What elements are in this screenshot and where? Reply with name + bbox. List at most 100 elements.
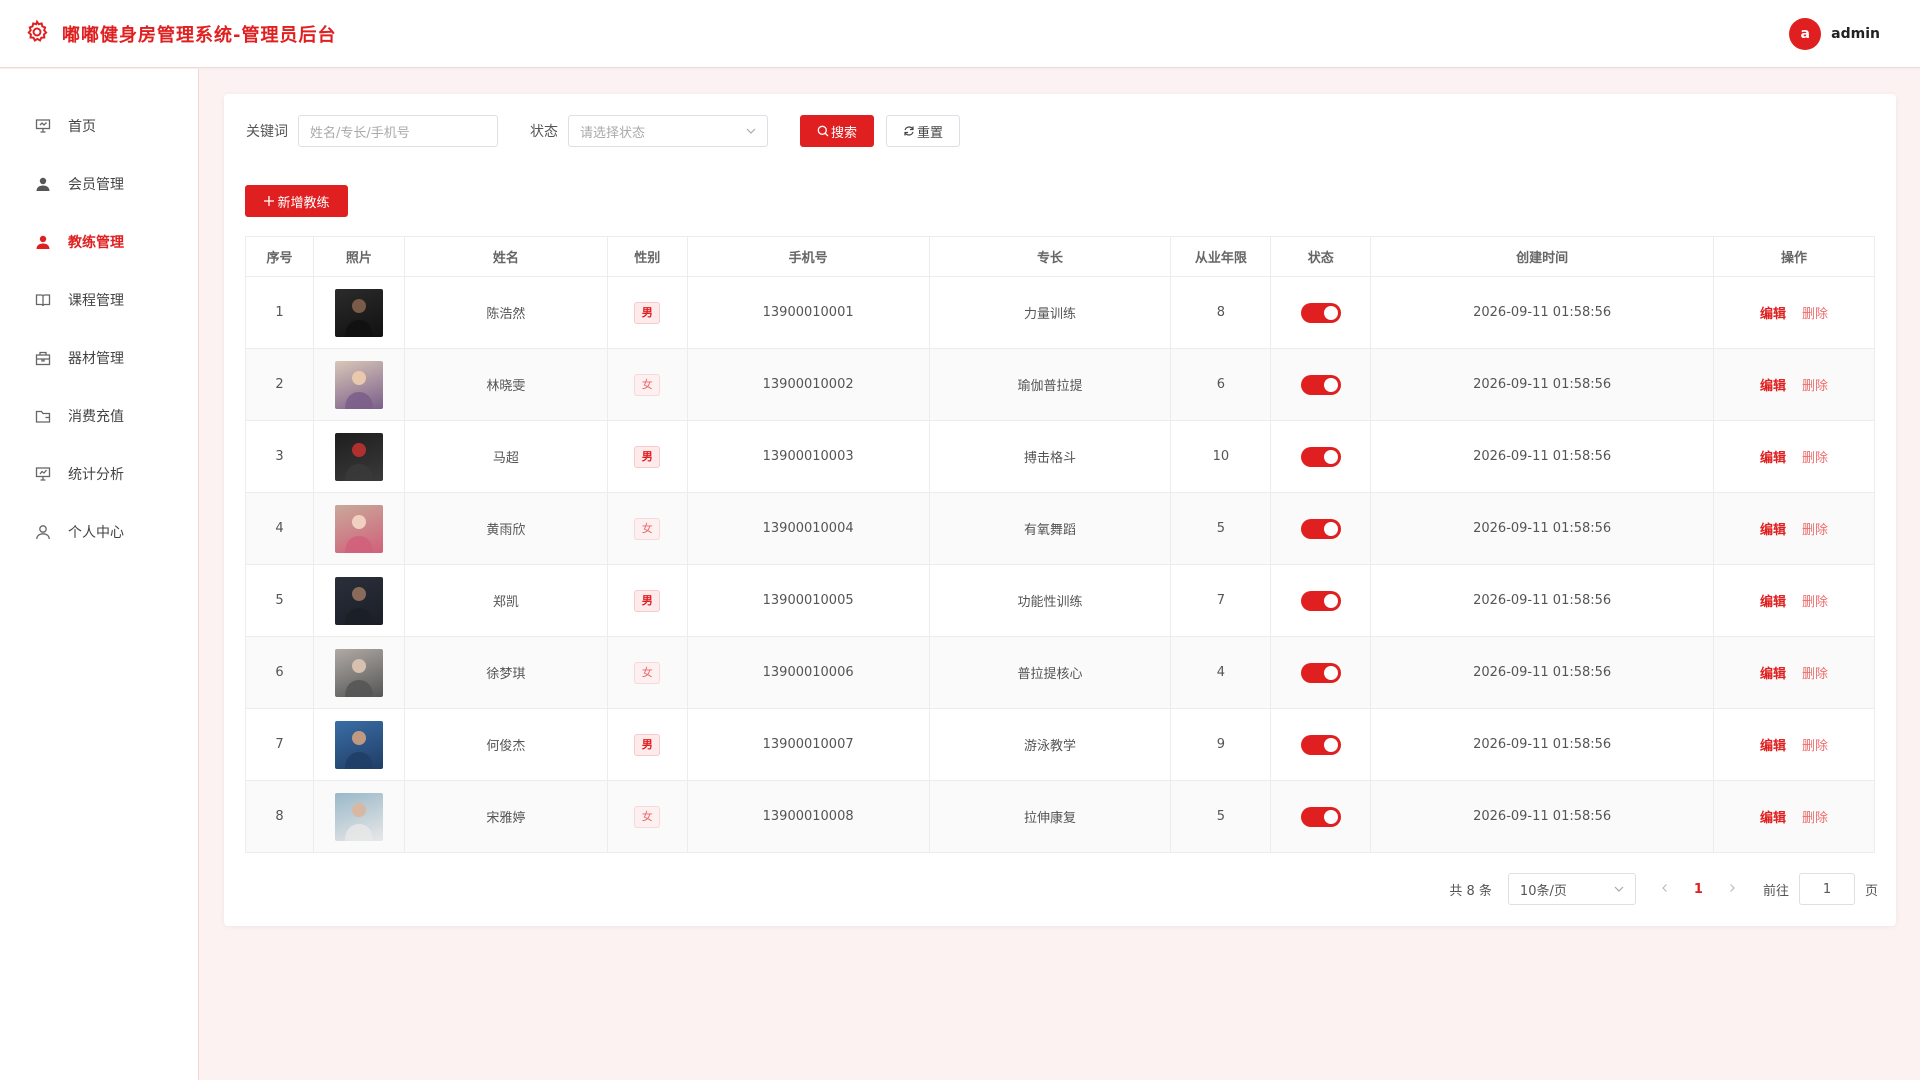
refresh-icon — [903, 125, 915, 137]
cell-photo — [312, 636, 405, 709]
keyword-input[interactable]: 姓名/专长/手机号 — [298, 115, 498, 147]
cell-photo — [312, 492, 405, 565]
edit-button[interactable]: 编辑 — [1760, 739, 1786, 754]
delete-button[interactable]: 删除 — [1802, 595, 1828, 610]
table-row: 1 陈浩然 男 13900010001 力量训练 8 2026-09-11 01:58:56… — [245, 276, 1875, 349]
next-page-icon[interactable] — [1727, 881, 1737, 897]
edit-button[interactable]: 编辑 — [1760, 379, 1786, 394]
sidebar-item-courses[interactable]: 课程管理 — [0, 271, 198, 329]
cell-gender: 男 — [606, 276, 688, 349]
cell-no: 5 — [245, 564, 314, 637]
coach-photo — [334, 432, 383, 481]
column-header: 操作 — [1713, 236, 1875, 277]
cell-gender: 女 — [606, 492, 688, 565]
cell-specialty: 有氧舞蹈 — [928, 492, 1172, 565]
user-icon — [34, 175, 52, 193]
cell-phone: 13900010002 — [686, 348, 930, 421]
edit-button[interactable]: 编辑 — [1760, 523, 1786, 538]
edit-button[interactable]: 编辑 — [1760, 451, 1786, 466]
cell-phone: 13900010005 — [686, 564, 930, 637]
cell-actions: 编辑 删除 — [1713, 708, 1875, 781]
pagination: 共 8 条 10条/页 1 前往 1 页 — [1449, 873, 1878, 905]
sidebar-item-equipment[interactable]: 器材管理 — [0, 329, 198, 387]
reset-button[interactable]: 重置 — [886, 115, 960, 147]
status-toggle[interactable] — [1300, 590, 1341, 611]
status-toggle[interactable] — [1300, 518, 1341, 539]
delete-button[interactable]: 删除 — [1802, 451, 1828, 466]
table-row: 6 徐梦琪 女 13900010006 普拉提核心 4 2026-09-11 01:58:5… — [245, 636, 1875, 709]
cell-actions: 编辑 删除 — [1713, 276, 1875, 349]
search-icon — [817, 125, 829, 137]
cell-phone: 13900010004 — [686, 492, 930, 565]
sidebar-item-label: 会员管理 — [68, 177, 124, 193]
cell-name: 徐梦琪 — [403, 636, 608, 709]
cell-years: 10 — [1170, 420, 1272, 493]
search-label: 搜索 — [830, 125, 857, 141]
status-select[interactable]: 请选择状态 — [568, 115, 768, 147]
cell-specialty: 游泳教学 — [928, 708, 1172, 781]
sidebar-item-recharge[interactable]: 消费充值 — [0, 387, 198, 445]
prev-page-icon[interactable] — [1660, 881, 1670, 897]
status-toggle[interactable] — [1300, 446, 1341, 467]
cell-specialty: 搏击格斗 — [928, 420, 1172, 493]
avatar[interactable]: a — [1789, 18, 1822, 50]
cell-actions: 编辑 删除 — [1713, 420, 1875, 493]
goto-label: 前往 — [1762, 883, 1789, 899]
sidebar-item-home[interactable]: 首页 — [0, 97, 198, 155]
add-coach-button[interactable]: 新增教练 — [245, 185, 348, 217]
cell-years: 8 — [1170, 276, 1272, 349]
book-icon — [34, 291, 52, 309]
page-number-current[interactable]: 1 — [1694, 882, 1703, 897]
username[interactable]: admin — [1831, 26, 1880, 42]
cell-status — [1270, 780, 1372, 853]
page-size-value: 10条/页 — [1519, 883, 1567, 899]
status-toggle[interactable] — [1300, 806, 1341, 827]
cell-no: 2 — [245, 348, 314, 421]
sidebar-item-statistics[interactable]: 统计分析 — [0, 445, 198, 503]
status-toggle[interactable] — [1300, 302, 1341, 323]
coach-photo — [334, 792, 383, 841]
cell-photo — [312, 708, 405, 781]
cell-specialty: 瑜伽普拉提 — [928, 348, 1172, 421]
sidebar-item-label: 教练管理 — [68, 235, 124, 251]
sidebar-item-members[interactable]: 会员管理 — [0, 155, 198, 213]
sidebar-item-profile[interactable]: 个人中心 — [0, 503, 198, 561]
cell-actions: 编辑 删除 — [1713, 492, 1875, 565]
cell-specialty: 拉伸康复 — [928, 780, 1172, 853]
sidebar-item-label: 首页 — [68, 119, 96, 135]
edit-button[interactable]: 编辑 — [1760, 307, 1786, 322]
delete-button[interactable]: 删除 — [1802, 811, 1828, 826]
edit-button[interactable]: 编辑 — [1760, 595, 1786, 610]
sidebar-item-coaches[interactable]: 教练管理 — [0, 213, 198, 271]
edit-button[interactable]: 编辑 — [1760, 811, 1786, 826]
cell-created: 2026-09-11 01:58:56 — [1370, 420, 1715, 493]
status-toggle[interactable] — [1300, 734, 1341, 755]
cell-status — [1270, 276, 1372, 349]
cell-name: 何俊杰 — [403, 708, 608, 781]
reset-label: 重置 — [916, 125, 943, 141]
presentation-icon — [34, 117, 52, 135]
status-toggle[interactable] — [1300, 374, 1341, 395]
toggle-knob — [1323, 809, 1338, 824]
box-icon — [34, 349, 52, 367]
delete-button[interactable]: 删除 — [1802, 523, 1828, 538]
cell-created: 2026-09-11 01:58:56 — [1370, 780, 1715, 853]
delete-button[interactable]: 删除 — [1802, 379, 1828, 394]
delete-button[interactable]: 删除 — [1802, 739, 1828, 754]
cell-name: 林晓雯 — [403, 348, 608, 421]
search-button[interactable]: 搜索 — [800, 115, 874, 147]
goto-page-input[interactable]: 1 — [1798, 873, 1855, 905]
cell-status — [1270, 420, 1372, 493]
sidebar: 首页 会员管理 教练管理 课程管理 器材管理 消费充值 统计分析 个人中心 — [0, 69, 199, 1080]
delete-button[interactable]: 删除 — [1802, 307, 1828, 322]
gender-tag: 女 — [634, 373, 661, 396]
main-card: 关键词 姓名/专长/手机号 状态 请选择状态 搜索 重置 新增教练 序号 照片 … — [224, 94, 1896, 926]
status-toggle[interactable] — [1300, 662, 1341, 683]
cell-years: 9 — [1170, 708, 1272, 781]
edit-button[interactable]: 编辑 — [1760, 667, 1786, 682]
delete-button[interactable]: 删除 — [1802, 667, 1828, 682]
plus-icon — [263, 195, 275, 207]
user-menu[interactable]: a admin — [1789, 18, 1880, 50]
page-size-select[interactable]: 10条/页 — [1507, 873, 1636, 905]
cell-specialty: 功能性训练 — [928, 564, 1172, 637]
